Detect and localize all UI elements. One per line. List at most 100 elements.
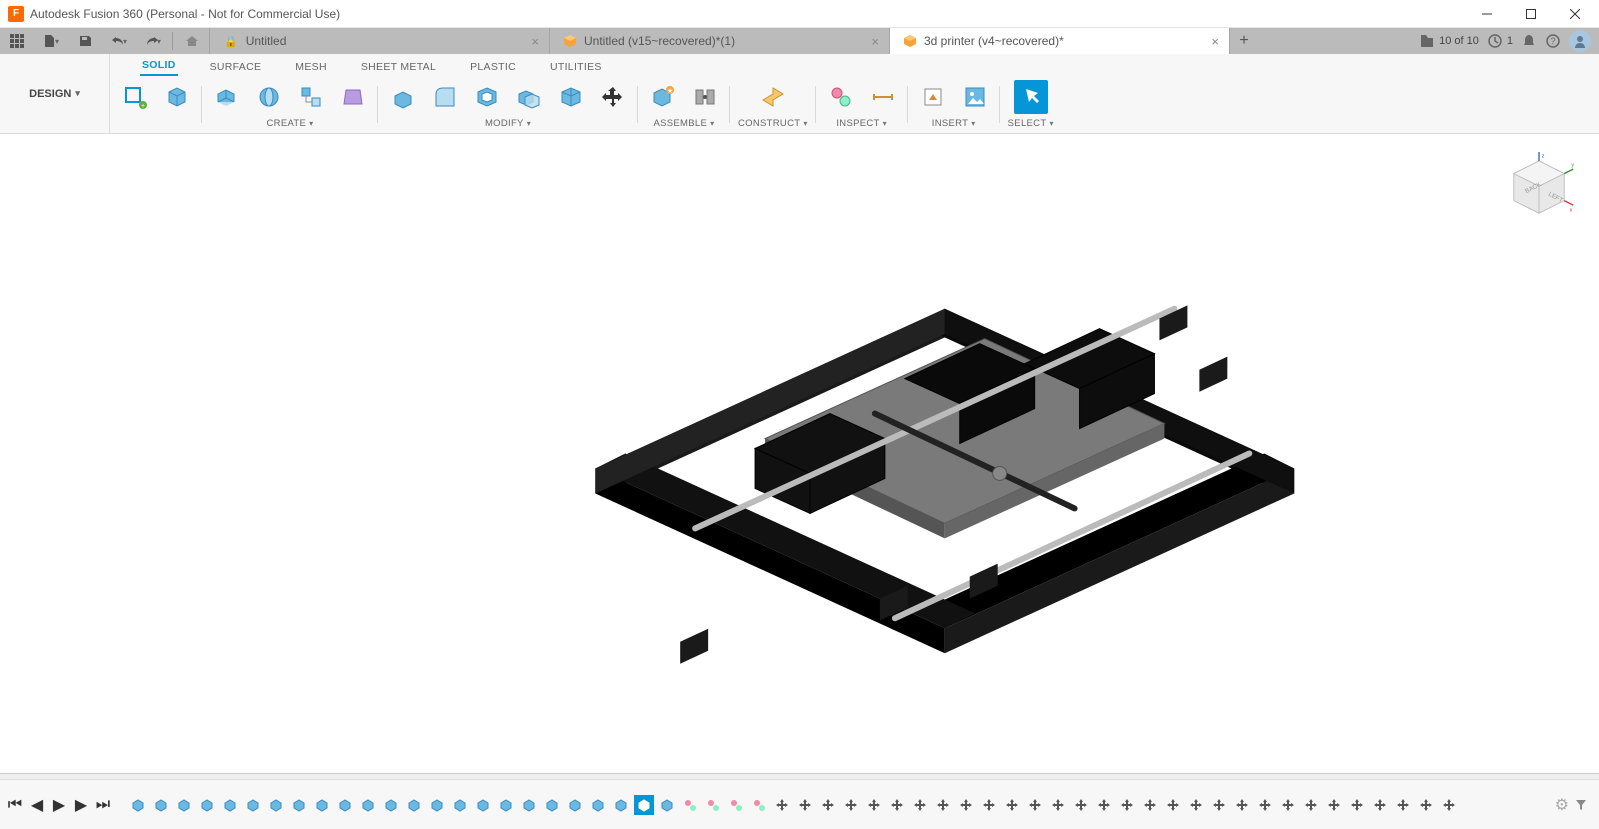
group-label-construct[interactable]: CONSTRUCT [738,116,808,129]
job-status[interactable]: 1 [1487,33,1513,49]
timeline-item[interactable] [243,795,263,815]
notification-icon[interactable] [1521,33,1537,49]
tab-close-icon[interactable]: × [871,34,879,49]
timeline-item[interactable] [128,795,148,815]
tab-close-icon[interactable]: × [1211,34,1219,49]
timeline-item[interactable] [220,795,240,815]
timeline-item[interactable] [1232,795,1252,815]
timeline-item[interactable] [1347,795,1367,815]
new-tab-button[interactable]: + [1230,28,1258,54]
timeline-item[interactable] [1278,795,1298,815]
ribbon-tab-sheet-metal[interactable]: SHEET METAL [359,58,438,76]
shell-tool[interactable] [470,80,504,114]
timeline-item[interactable] [772,795,792,815]
timeline-item[interactable] [1140,795,1160,815]
timeline-prev-button[interactable]: ◀ [28,796,46,814]
combine-tool[interactable] [512,80,546,114]
revolve-tool[interactable] [252,80,286,114]
insert-canvas-tool[interactable] [958,80,992,114]
redo-button[interactable]: ▾ [136,28,170,54]
ribbon-tab-plastic[interactable]: PLASTIC [468,58,518,76]
timeline-item[interactable] [887,795,907,815]
press-pull-tool[interactable] [386,80,420,114]
timeline-item[interactable] [726,795,746,815]
timeline-item[interactable] [818,795,838,815]
insert-derive-tool[interactable] [916,80,950,114]
timeline-item[interactable] [151,795,171,815]
group-label-inspect[interactable]: INSPECT [836,116,887,129]
timeline-item[interactable] [1048,795,1068,815]
timeline-item[interactable] [795,795,815,815]
timeline-item[interactable] [749,795,769,815]
user-avatar[interactable] [1569,30,1591,52]
extensions-status[interactable]: 10 of 10 [1419,33,1479,49]
workspace-switcher[interactable]: DESIGN [19,82,90,106]
ribbon-tab-surface[interactable]: SURFACE [208,58,264,76]
timeline-item[interactable] [1163,795,1183,815]
group-label-insert[interactable]: INSERT [932,116,976,129]
document-tab-1[interactable]: Untitled (v15~recovered)*(1) × [550,28,890,54]
measure-tool[interactable] [824,80,858,114]
viewport[interactable]: BACK LEFT y z x [0,134,1599,773]
view-cube[interactable]: BACK LEFT y z x [1503,152,1575,224]
maximize-button[interactable] [1509,0,1553,28]
timeline-item[interactable] [1393,795,1413,815]
group-label-select[interactable]: SELECT [1008,116,1054,129]
timeline-item[interactable] [979,795,999,815]
group-label-assemble[interactable]: ASSEMBLE [654,116,715,129]
timeline-next-button[interactable]: ▶ [72,796,90,814]
timeline-item[interactable] [519,795,539,815]
construct-plane-tool[interactable] [756,80,790,114]
timeline-item[interactable] [542,795,562,815]
extrude-tool[interactable] [210,80,244,114]
timeline-item[interactable] [197,795,217,815]
ribbon-tab-utilities[interactable]: UTILITIES [548,58,604,76]
timeline-item[interactable] [956,795,976,815]
timeline-item[interactable] [1094,795,1114,815]
timeline-item[interactable] [657,795,677,815]
timeline-filter-icon[interactable] [1575,799,1587,811]
sweep-tool[interactable] [294,80,328,114]
document-tab-2[interactable]: 3d printer (v4~recovered)* × [890,28,1230,54]
timeline-item[interactable] [450,795,470,815]
timeline-item[interactable] [312,795,332,815]
timeline-item[interactable] [841,795,861,815]
timeline-item[interactable] [335,795,355,815]
timeline-item[interactable] [864,795,884,815]
tab-close-icon[interactable]: × [531,34,539,49]
timeline-item[interactable] [1370,795,1390,815]
document-tab-0[interactable]: 🔒 Untitled × [210,28,550,54]
timeline-item[interactable] [933,795,953,815]
new-component-tool[interactable]: ★ [646,80,680,114]
group-label-modify[interactable]: MODIFY [485,116,531,129]
timeline-item[interactable] [1324,795,1344,815]
timeline-item[interactable] [1002,795,1022,815]
undo-button[interactable]: ▾ [102,28,136,54]
create-form-tool[interactable] [160,80,194,114]
select-tool[interactable] [1014,80,1048,114]
home-tab[interactable] [175,28,210,54]
timeline-item[interactable] [1301,795,1321,815]
timeline-item[interactable] [174,795,194,815]
timeline-item[interactable] [1186,795,1206,815]
help-icon[interactable]: ? [1545,33,1561,49]
timeline-item[interactable] [1071,795,1091,815]
timeline-item[interactable] [1416,795,1436,815]
timeline-item[interactable] [611,795,631,815]
timeline-item[interactable] [634,795,654,815]
timeline-item[interactable] [427,795,447,815]
group-label-create[interactable]: CREATE [267,116,314,129]
timeline-item[interactable] [358,795,378,815]
timeline-item[interactable] [1117,795,1137,815]
save-button[interactable] [68,28,102,54]
timeline-item[interactable] [1209,795,1229,815]
timeline-item[interactable] [910,795,930,815]
timeline-item[interactable] [266,795,286,815]
timeline-play-button[interactable]: ▶ [50,796,68,814]
timeline-item[interactable] [404,795,424,815]
timeline-item[interactable] [381,795,401,815]
timeline-item[interactable] [588,795,608,815]
minimize-button[interactable] [1465,0,1509,28]
timeline-item[interactable] [496,795,516,815]
joint-tool[interactable] [688,80,722,114]
